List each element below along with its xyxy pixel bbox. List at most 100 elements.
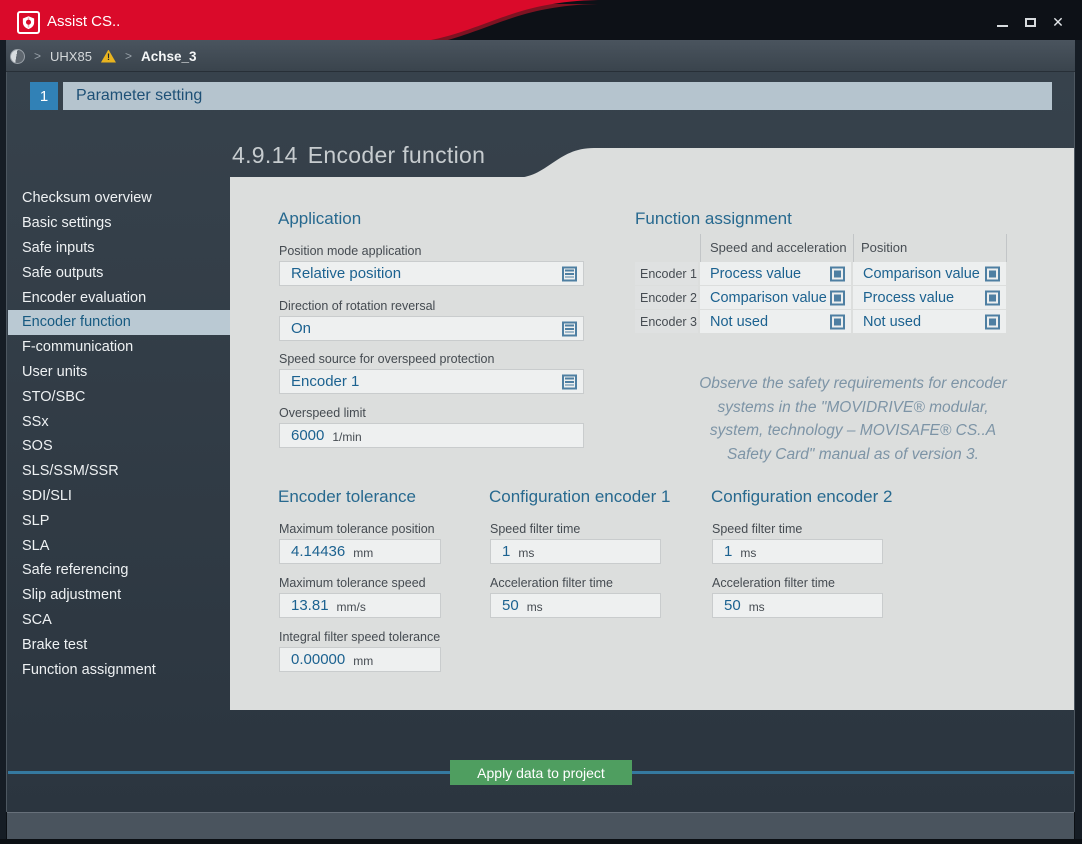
breadcrumb-bar: > UHX85 ! > Achse_3 Test mode active Tes… xyxy=(0,40,1082,72)
sidebar-item-checksum-overview[interactable]: Checksum overview xyxy=(8,186,230,211)
field-unit: ms xyxy=(527,600,543,614)
sidebar-item-slip-adjustment[interactable]: Slip adjustment xyxy=(8,583,230,608)
close-button[interactable]: ✕ xyxy=(1050,15,1066,29)
field-value: 50 xyxy=(502,597,519,614)
sidebar-item-sto-sbc[interactable]: STO/SBC xyxy=(8,384,230,409)
square-fill-icon xyxy=(989,270,996,277)
main-area: 1 Parameter setting Checksum overview Ba… xyxy=(0,72,1082,812)
dropdown-square-icon[interactable] xyxy=(985,266,1000,281)
dropdown-square-icon[interactable] xyxy=(830,266,845,281)
field-value: On xyxy=(291,320,311,337)
encoder1-position-dropdown[interactable]: Comparison value xyxy=(853,262,1006,285)
step-header[interactable]: Parameter setting xyxy=(63,82,1052,110)
note-line: system, technology – MOVISAFE® CS..A xyxy=(648,419,1058,443)
encoder3-speed-dropdown[interactable]: Not used xyxy=(700,310,851,333)
apply-data-button[interactable]: Apply data to project xyxy=(450,760,632,785)
maximize-button[interactable] xyxy=(1022,15,1038,29)
cell-value: Comparison value xyxy=(710,290,827,306)
sidebar-item-label: F-communication xyxy=(22,339,133,355)
window-border-left-line xyxy=(6,72,7,812)
field-value: 1 xyxy=(724,543,732,560)
field-value: 0.00000 xyxy=(291,651,345,668)
field-unit: mm/s xyxy=(337,600,366,614)
dropdown-square-icon[interactable] xyxy=(830,290,845,305)
enc1-acceleration-filter-time-input[interactable]: 50 ms xyxy=(490,593,661,618)
sidebar-item-label: SLA xyxy=(22,538,49,554)
dropdown-square-icon[interactable] xyxy=(985,314,1000,329)
field-label: Maximum tolerance speed xyxy=(279,576,426,590)
sidebar-item-encoder-function[interactable]: Encoder function xyxy=(8,310,230,335)
sidebar-item-sls-ssm-ssr[interactable]: SLS/SSM/SSR xyxy=(8,459,230,484)
field-value: Relative position xyxy=(291,265,401,282)
enc2-acceleration-filter-time-input[interactable]: 50 ms xyxy=(712,593,883,618)
dropdown-list-icon[interactable] xyxy=(562,266,577,281)
sidebar-item-safe-inputs[interactable]: Safe inputs xyxy=(8,236,230,261)
sidebar-item-label: Function assignment xyxy=(22,662,156,678)
sidebar-item-safe-referencing[interactable]: Safe referencing xyxy=(8,558,230,583)
enc2-speed-filter-time-input[interactable]: 1 ms xyxy=(712,539,883,564)
encoder2-speed-dropdown[interactable]: Comparison value xyxy=(700,286,851,309)
overspeed-limit-input[interactable]: 6000 1/min xyxy=(279,423,584,448)
max-tolerance-speed-input[interactable]: 13.81 mm/s xyxy=(279,593,441,618)
sidebar-item-sca[interactable]: SCA xyxy=(8,608,230,633)
sidebar-item-user-units[interactable]: User units xyxy=(8,360,230,385)
warning-icon: ! xyxy=(101,50,116,63)
title-bar: Assist CS.. ✕ xyxy=(0,0,1082,40)
sidebar-item-basic-settings[interactable]: Basic settings xyxy=(8,211,230,236)
encoder2-position-dropdown[interactable]: Process value xyxy=(853,286,1006,309)
dropdown-list-icon[interactable] xyxy=(562,374,577,389)
minimize-button[interactable] xyxy=(994,15,1010,29)
breadcrumb-axis[interactable]: Achse_3 xyxy=(141,49,197,64)
integral-filter-speed-tolerance-input[interactable]: 0.00000 mm xyxy=(279,647,441,672)
table-divider xyxy=(1006,234,1007,262)
square-fill-icon xyxy=(834,294,841,301)
sidebar-item-label: SLP xyxy=(22,513,49,529)
sidebar-item-label: Encoder function xyxy=(22,314,131,330)
list-lines-icon xyxy=(565,270,574,278)
close-icon: ✕ xyxy=(1052,15,1064,29)
enc1-speed-filter-time-input[interactable]: 1 ms xyxy=(490,539,661,564)
sidebar-item-f-communication[interactable]: F-communication xyxy=(8,335,230,360)
dropdown-square-icon[interactable] xyxy=(985,290,1000,305)
field-label: Position mode application xyxy=(279,244,421,258)
field-value: 6000 xyxy=(291,427,324,444)
field-label: Speed filter time xyxy=(712,522,802,536)
speed-source-overspeed-dropdown[interactable]: Encoder 1 xyxy=(279,369,584,394)
sidebar-item-sdi-sli[interactable]: SDI/SLI xyxy=(8,484,230,509)
app-title: Assist CS.. xyxy=(47,13,120,30)
window-border-bottom xyxy=(0,839,1082,844)
sidebar-item-label: STO/SBC xyxy=(22,389,85,405)
sidebar-item-sos[interactable]: SOS xyxy=(8,434,230,459)
sidebar-item-sla[interactable]: SLA xyxy=(8,533,230,558)
encoder1-speed-dropdown[interactable]: Process value xyxy=(700,262,851,285)
step-label: Parameter setting xyxy=(76,87,202,105)
safety-note: Observe the safety requirements for enco… xyxy=(648,372,1058,466)
square-fill-icon xyxy=(989,294,996,301)
field-unit: mm xyxy=(353,546,373,560)
dropdown-list-icon[interactable] xyxy=(562,321,577,336)
window-controls: ✕ xyxy=(994,14,1066,30)
max-tolerance-position-input[interactable]: 4.14436 mm xyxy=(279,539,441,564)
sidebar-item-ssx[interactable]: SSx xyxy=(8,409,230,434)
dropdown-square-icon[interactable] xyxy=(830,314,845,329)
sidebar-item-safe-outputs[interactable]: Safe outputs xyxy=(8,260,230,285)
shield-icon xyxy=(21,15,36,30)
sidebar-item-brake-test[interactable]: Brake test xyxy=(8,632,230,657)
field-label: Speed source for overspeed protection xyxy=(279,352,494,366)
encoder3-position-dropdown[interactable]: Not used xyxy=(853,310,1006,333)
field-value: Encoder 1 xyxy=(291,373,359,390)
field-unit: ms xyxy=(749,600,765,614)
sidebar-item-slp[interactable]: SLP xyxy=(8,508,230,533)
sidebar-item-function-assignment[interactable]: Function assignment xyxy=(8,657,230,682)
step-number-badge: 1 xyxy=(30,82,58,110)
globe-icon[interactable] xyxy=(10,49,25,64)
window-border-right xyxy=(1075,40,1082,844)
position-mode-application-dropdown[interactable]: Relative position xyxy=(279,261,584,286)
field-value: 4.14436 xyxy=(291,543,345,560)
breadcrumb-device[interactable]: UHX85 xyxy=(50,49,92,64)
breadcrumb: > UHX85 ! > Achse_3 xyxy=(10,40,197,72)
sidebar-item-encoder-evaluation[interactable]: Encoder evaluation xyxy=(8,285,230,310)
cell-value: Process value xyxy=(863,290,954,306)
direction-of-rotation-reversal-dropdown[interactable]: On xyxy=(279,316,584,341)
list-lines-icon xyxy=(565,325,574,333)
